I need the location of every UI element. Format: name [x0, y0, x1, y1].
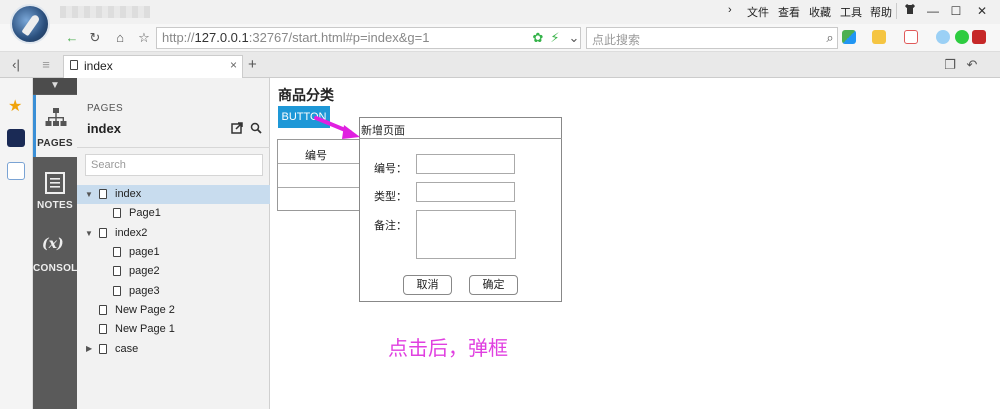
sidebar-toggle-icon[interactable]: ‹| [6, 55, 26, 75]
apps-grid-icon[interactable] [842, 30, 856, 44]
page-icon [113, 208, 121, 218]
tree-item-page1[interactable] [77, 204, 270, 223]
panel-divider [77, 147, 270, 148]
field-type-input[interactable] [416, 182, 515, 202]
document-app-icon[interactable] [7, 162, 25, 180]
annotation-text: 点击后，弹框 [388, 336, 508, 360]
tab-page-icon [70, 60, 78, 70]
menu-help[interactable]: 帮助 [870, 4, 892, 20]
page-icon [99, 344, 107, 354]
favorites-star-icon[interactable]: ★ [8, 96, 22, 116]
menu-forward-icon[interactable]: › [728, 4, 732, 16]
search-pages-icon[interactable] [250, 122, 262, 134]
field-note-label: 备注： [374, 220, 407, 232]
current-page-title: index [87, 121, 121, 136]
page-search-input[interactable] [85, 154, 263, 176]
expand-arrow-icon[interactable]: ▼ [85, 190, 93, 199]
field-number-input[interactable] [416, 154, 515, 174]
menu-divider [896, 3, 897, 19]
collapse-arrow-icon[interactable]: ▶ [86, 344, 92, 353]
page-icon [113, 266, 121, 276]
news-app-icon[interactable] [7, 129, 25, 147]
nav-console-label[interactable]: CONSOL [33, 263, 77, 274]
refresh-icon[interactable]: ↻ [85, 28, 105, 48]
tree-item-label: page1 [129, 246, 160, 258]
variables-icon[interactable]: (x) [42, 236, 64, 252]
page-icon [99, 305, 107, 315]
bookmark-star-icon[interactable]: ☆ [134, 28, 154, 48]
nav-notes-label[interactable]: NOTES [33, 200, 77, 211]
menu-view[interactable]: 查看 [778, 4, 800, 20]
page-icon [99, 324, 107, 334]
red-extension-icon[interactable] [972, 30, 986, 44]
tree-item-label: Page1 [129, 207, 161, 219]
tree-item-page2[interactable] [77, 262, 270, 281]
tree-item-label: index2 [115, 227, 148, 239]
expand-arrow-icon[interactable]: ▼ [85, 229, 93, 238]
field-type-label: 类型： [374, 191, 407, 203]
field-note-textarea[interactable] [416, 210, 516, 259]
tree-item-label: page3 [129, 285, 160, 297]
green-extension-icon[interactable] [955, 30, 969, 44]
menu-tools[interactable]: 工具 [840, 4, 862, 20]
tree-item-label: index [115, 188, 142, 200]
canvas-heading: 商品分类 [278, 87, 334, 103]
tree-item-label: New Page 2 [115, 304, 175, 316]
magnifier-extension-icon[interactable] [936, 30, 950, 44]
tree-item-label: New Page 1 [115, 323, 175, 335]
page-icon [113, 286, 121, 296]
address-url[interactable]: http://127.0.0.1:32767/start.html#p=inde… [162, 30, 429, 45]
browser-logo-icon [10, 4, 50, 44]
collapse-chevron-icon[interactable]: ▼ [33, 78, 77, 94]
minimize-button[interactable]: — [922, 1, 944, 21]
dialog-confirm-button[interactable]: 确定 [469, 275, 518, 295]
menu-favorites[interactable]: 收藏 [809, 4, 831, 20]
tab-close-icon[interactable]: × [230, 58, 237, 72]
skin-shirt-icon[interactable] [899, 1, 921, 21]
annotation-arrow-icon [314, 116, 360, 139]
nav-pages-label: PAGES [37, 138, 73, 149]
menu-file[interactable]: 文件 [747, 4, 769, 20]
search-placeholder: 点此搜索 [592, 33, 641, 47]
page-icon [99, 189, 107, 199]
browser-sidebar [0, 78, 33, 409]
address-dropdown-icon[interactable]: ⌄ [564, 28, 584, 48]
open-external-icon[interactable] [231, 122, 243, 134]
undo-close-icon[interactable]: ↶ [962, 55, 982, 75]
sitemap-icon [45, 108, 67, 126]
close-window-button[interactable]: ✕ [971, 1, 993, 21]
maximize-button[interactable]: ☐ [945, 1, 967, 21]
pages-panel-caption: PAGES [87, 103, 124, 114]
field-number-label: 编号： [374, 163, 407, 175]
restore-tabs-icon[interactable]: ❐ [940, 55, 960, 75]
page-icon [99, 228, 107, 238]
dialog-cancel-button[interactable]: 取消 [403, 275, 452, 295]
page-icon [113, 247, 121, 257]
home-icon[interactable]: ⌂ [110, 28, 130, 48]
search-icon[interactable]: ⌕ [820, 28, 840, 48]
tab-list-icon[interactable]: ≡ [36, 55, 56, 75]
tree-item-page1-child[interactable] [77, 243, 270, 262]
tree-item-page3[interactable] [77, 281, 270, 300]
tree-item-label: case [115, 343, 139, 355]
notes-icon[interactable] [45, 172, 65, 194]
pdf-extension-icon[interactable] [904, 30, 918, 44]
notes-extension-icon[interactable] [872, 30, 886, 44]
tab-title: index [84, 59, 113, 73]
window-title-blurred [60, 6, 150, 18]
new-tab-button[interactable]: + [248, 56, 257, 73]
back-button[interactable]: ← [62, 28, 82, 48]
table-header-number: 编号 [305, 150, 327, 162]
tree-item-label: page2 [129, 265, 160, 277]
speed-mode-icon[interactable]: ⚡ [545, 28, 565, 48]
